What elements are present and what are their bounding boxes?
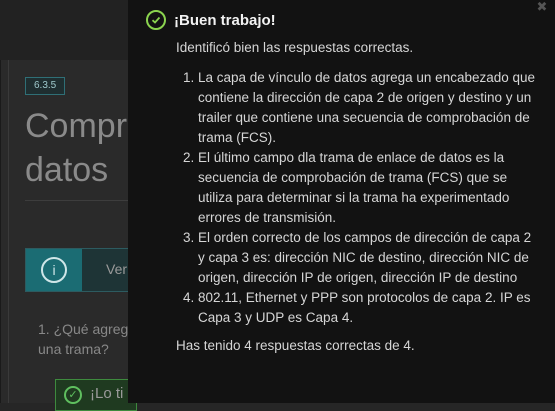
list-item: La capa de vínculo de datos agrega un en…: [198, 68, 536, 148]
modal-header: ¡Buen trabajo!: [146, 10, 276, 30]
info-icon: i: [41, 257, 67, 283]
info-button[interactable]: i Ver: [25, 248, 137, 292]
section-badge: 6.3.5: [25, 77, 66, 95]
modal-title: ¡Buen trabajo!: [174, 11, 276, 29]
list-item: El orden correcto de los campos de direc…: [198, 228, 536, 288]
close-icon[interactable]: ✖: [535, 0, 549, 14]
answer-list: La capa de vínculo de datos agrega un en…: [176, 68, 536, 328]
info-icon-box: i: [26, 249, 82, 291]
feedback-banner: ✓ ¡Lo ti: [55, 379, 137, 411]
feedback-text: ¡Lo ti: [90, 385, 124, 402]
left-border: [0, 60, 1, 403]
list-item: El último campo dla trama de enlace de d…: [198, 148, 536, 228]
modal-intro: Identificó bien las respuestas correctas…: [176, 40, 414, 55]
feedback-modal: ✖ ¡Buen trabajo! Identificó bien las res…: [128, 0, 555, 403]
score-summary: Has tenido 4 respuestas correctas de 4.: [176, 338, 415, 353]
check-circle-icon: ✓: [64, 386, 82, 404]
question-text: 1. ¿Qué agreg una trama?: [38, 321, 129, 357]
content-divider: [8, 60, 9, 403]
modal-body: Identificó bien las respuestas correctas…: [176, 38, 536, 356]
list-item: 802.11, Ethernet y PPP son protocolos de…: [198, 288, 536, 328]
title-divider: [25, 200, 135, 201]
info-button-label: Ver: [106, 261, 128, 277]
check-circle-icon: [146, 10, 166, 30]
